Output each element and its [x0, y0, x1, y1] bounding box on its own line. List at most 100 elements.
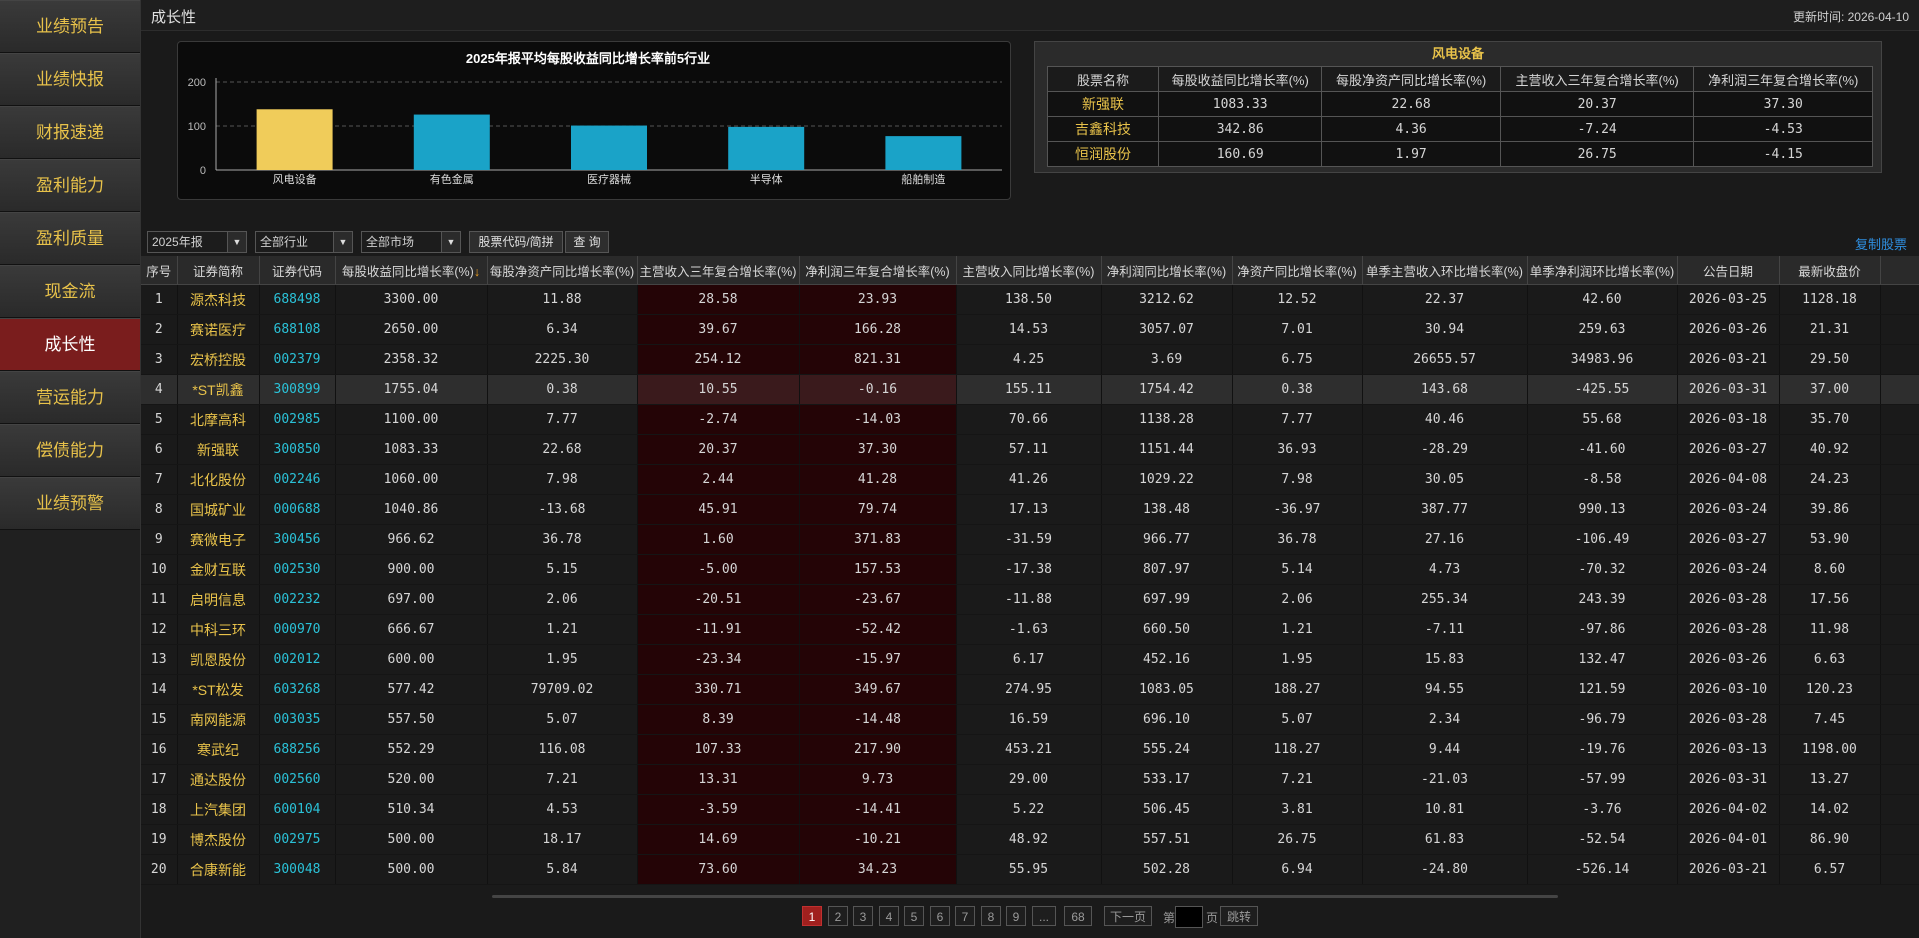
- page-button[interactable]: 7: [955, 906, 975, 926]
- table-row[interactable]: 3 宏桥控股 002379 2358.32 2225.30 254.12 821.31 4.2…: [141, 344, 1919, 375]
- stock-code-cell[interactable]: 000970: [259, 614, 336, 645]
- sector-row[interactable]: 吉鑫科技 342.86 4.36 -7.24 -4.53: [1047, 116, 1873, 142]
- stock-code-cell[interactable]: 003035: [259, 704, 336, 735]
- page-button[interactable]: 6: [930, 906, 950, 926]
- next-page-button[interactable]: 下一页: [1104, 906, 1152, 926]
- column-header[interactable]: 主营收入三年复合增长率(%): [637, 256, 800, 285]
- stock-name-cell[interactable]: 金财互联: [177, 554, 260, 585]
- column-header[interactable]: 最新收盘价: [1779, 256, 1881, 285]
- stock-code-cell[interactable]: 000688: [259, 494, 336, 525]
- stock-name-cell[interactable]: 源杰科技: [177, 284, 260, 315]
- stock-name-cell[interactable]: 中科三环: [177, 614, 260, 645]
- column-header[interactable]: 序号: [141, 256, 178, 285]
- sector-row[interactable]: 新强联 1083.33 22.68 20.37 37.30: [1047, 91, 1873, 117]
- stock-name-cell[interactable]: 北化股份: [177, 464, 260, 495]
- page-button[interactable]: 8: [981, 906, 1001, 926]
- sector-stock-name[interactable]: 新强联: [1047, 91, 1159, 117]
- sidebar-item[interactable]: 盈利质量: [0, 212, 140, 265]
- sidebar-item[interactable]: 现金流: [0, 265, 140, 318]
- stock-code-cell[interactable]: 603268: [259, 674, 336, 705]
- page-button[interactable]: 3: [853, 906, 873, 926]
- stock-code-cell[interactable]: 300048: [259, 854, 336, 885]
- table-row[interactable]: 1 源杰科技 688498 3300.00 11.88 28.58 23.93 138.50 3…: [141, 284, 1919, 315]
- stock-name-cell[interactable]: 凯恩股份: [177, 644, 260, 675]
- stock-name-cell[interactable]: 启明信息: [177, 584, 260, 615]
- stock-code-cell[interactable]: 300899: [259, 374, 336, 405]
- stock-name-cell[interactable]: 上汽集团: [177, 794, 260, 825]
- stock-name-cell[interactable]: *ST凯鑫: [177, 374, 260, 405]
- table-row[interactable]: 11 启明信息 002232 697.00 2.06 -20.51 -23.67 -11.88…: [141, 584, 1919, 615]
- table-row[interactable]: 15 南网能源 003035 557.50 5.07 8.39 -14.48 16.59 696…: [141, 704, 1919, 735]
- table-row[interactable]: 16 寒武纪 688256 552.29 116.08 107.33 217.90 453.2…: [141, 734, 1919, 765]
- stock-name-cell[interactable]: 寒武纪: [177, 734, 260, 765]
- horizontal-scrollbar[interactable]: [492, 895, 1558, 898]
- stock-code-cell[interactable]: 002985: [259, 404, 336, 435]
- table-row[interactable]: 8 国城矿业 000688 1040.86 -13.68 45.91 79.74 17.13 1…: [141, 494, 1919, 525]
- sidebar-item[interactable]: 营运能力: [0, 371, 140, 424]
- jump-button[interactable]: 跳转: [1220, 906, 1258, 926]
- page-button[interactable]: 9: [1006, 906, 1026, 926]
- table-row[interactable]: 12 中科三环 000970 666.67 1.21 -11.91 -52.42 -1.63 6…: [141, 614, 1919, 645]
- table-row[interactable]: 20 合康新能 300048 500.00 5.84 73.60 34.23 55.95 502…: [141, 854, 1919, 885]
- stock-code-cell[interactable]: 002012: [259, 644, 336, 675]
- copy-stocks-link[interactable]: 复制股票: [1855, 234, 1907, 253]
- column-header[interactable]: 单季净利润环比增长率(%): [1527, 256, 1678, 285]
- table-row[interactable]: 4 *ST凯鑫 300899 1755.04 0.38 10.55 -0.16 155.11 1…: [141, 374, 1919, 405]
- stock-code-cell[interactable]: 300850: [259, 434, 336, 465]
- stock-code-cell[interactable]: 688108: [259, 314, 336, 345]
- column-header[interactable]: 主营收入同比增长率(%): [956, 256, 1102, 285]
- stock-code-cell[interactable]: 002379: [259, 344, 336, 375]
- stock-code-cell[interactable]: 002975: [259, 824, 336, 855]
- sector-stock-name[interactable]: 吉鑫科技: [1047, 116, 1159, 142]
- market-select[interactable]: 全部市场 ▼: [361, 231, 461, 253]
- table-row[interactable]: 13 凯恩股份 002012 600.00 1.95 -23.34 -15.97 6.17 45…: [141, 644, 1919, 675]
- stock-name-cell[interactable]: 南网能源: [177, 704, 260, 735]
- stock-code-cell[interactable]: 002232: [259, 584, 336, 615]
- table-row[interactable]: 6 新强联 300850 1083.33 22.68 20.37 37.30 57.11 115…: [141, 434, 1919, 465]
- sidebar-item[interactable]: 财报速递: [0, 106, 140, 159]
- table-row[interactable]: 5 北摩高科 002985 1100.00 7.77 -2.74 -14.03 70.66 11…: [141, 404, 1919, 435]
- column-header[interactable]: 净利润三年复合增长率(%): [799, 256, 957, 285]
- table-row[interactable]: 18 上汽集团 600104 510.34 4.53 -3.59 -14.41 5.22 506…: [141, 794, 1919, 825]
- table-row[interactable]: 17 通达股份 002560 520.00 7.21 13.31 9.73 29.00 533.…: [141, 764, 1919, 795]
- stock-code-cell[interactable]: 002560: [259, 764, 336, 795]
- stock-name-cell[interactable]: 合康新能: [177, 854, 260, 885]
- sidebar-item[interactable]: 成长性: [0, 318, 140, 371]
- stock-code-cell[interactable]: 688498: [259, 284, 336, 315]
- page-button[interactable]: 5: [904, 906, 924, 926]
- stock-name-cell[interactable]: 通达股份: [177, 764, 260, 795]
- stock-name-cell[interactable]: 北摩高科: [177, 404, 260, 435]
- table-row[interactable]: 10 金财互联 002530 900.00 5.15 -5.00 157.53 -17.38 8…: [141, 554, 1919, 585]
- stock-code-cell[interactable]: 002530: [259, 554, 336, 585]
- stock-name-cell[interactable]: 新强联: [177, 434, 260, 465]
- table-row[interactable]: 7 北化股份 002246 1060.00 7.98 2.44 41.28 41.26 1029…: [141, 464, 1919, 495]
- page-number-input[interactable]: [1175, 906, 1203, 928]
- column-header[interactable]: 净利润同比增长率(%): [1101, 256, 1233, 285]
- table-row[interactable]: 14 *ST松发 603268 577.42 79709.02 330.71 349.67 2…: [141, 674, 1919, 705]
- table-row[interactable]: 19 博杰股份 002975 500.00 18.17 14.69 -10.21 48.92 5…: [141, 824, 1919, 855]
- column-header[interactable]: 净资产同比增长率(%): [1232, 256, 1363, 285]
- column-header[interactable]: 公告日期: [1677, 256, 1780, 285]
- table-row[interactable]: 2 赛诺医疗 688108 2650.00 6.34 39.67 166.28 14.53 30…: [141, 314, 1919, 345]
- stock-search-input[interactable]: 股票代码/简拼: [469, 231, 563, 253]
- stock-code-cell[interactable]: 002246: [259, 464, 336, 495]
- page-button[interactable]: 2: [828, 906, 848, 926]
- page-button[interactable]: 1: [802, 906, 822, 926]
- stock-name-cell[interactable]: 赛诺医疗: [177, 314, 260, 345]
- column-header[interactable]: 每股收益同比增长率(%)↓: [335, 256, 488, 285]
- column-header[interactable]: 证券代码: [259, 256, 336, 285]
- sidebar-item[interactable]: 业绩预警: [0, 477, 140, 530]
- sector-stock-name[interactable]: 恒润股份: [1047, 141, 1159, 167]
- stock-name-cell[interactable]: 赛微电子: [177, 524, 260, 555]
- industry-select[interactable]: 全部行业 ▼: [255, 231, 353, 253]
- sidebar-item[interactable]: 偿债能力: [0, 424, 140, 477]
- column-header[interactable]: 证券简称: [177, 256, 260, 285]
- table-row[interactable]: 9 赛微电子 300456 966.62 36.78 1.60 371.83 -31.59 96…: [141, 524, 1919, 555]
- stock-code-cell[interactable]: 688256: [259, 734, 336, 765]
- column-header[interactable]: 每股净资产同比增长率(%): [487, 256, 638, 285]
- page-button[interactable]: 68: [1064, 906, 1092, 926]
- stock-name-cell[interactable]: *ST松发: [177, 674, 260, 705]
- sidebar-item[interactable]: 业绩快报: [0, 53, 140, 106]
- stock-code-cell[interactable]: 600104: [259, 794, 336, 825]
- query-button[interactable]: 查 询: [565, 231, 609, 253]
